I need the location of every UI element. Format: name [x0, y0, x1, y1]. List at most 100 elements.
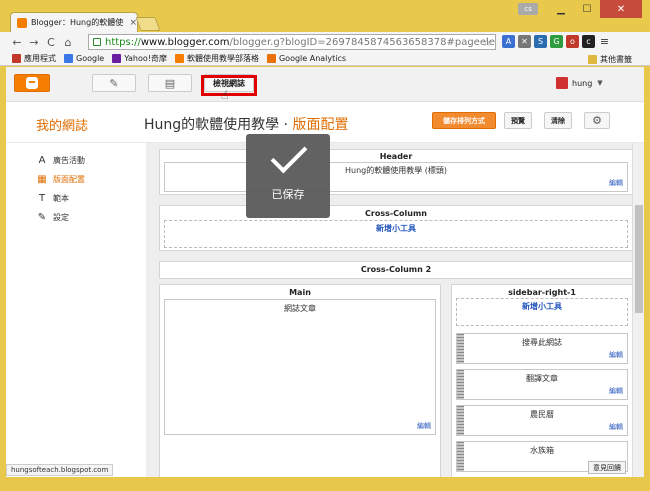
user-menu[interactable]: hung ▼ [556, 77, 603, 89]
add-gadget-link[interactable]: 新增小工具 [456, 298, 628, 326]
edit-link[interactable]: 編輯 [609, 422, 623, 432]
new-post-button[interactable]: ✎ [92, 74, 136, 92]
clear-button[interactable]: 清除 [544, 112, 572, 129]
avatar [556, 77, 568, 89]
posts-list-button[interactable]: ▤ [148, 74, 192, 92]
sidebar-item-campaigns[interactable]: A 廣告活動 [36, 151, 126, 170]
bookmark-item[interactable]: 應用程式 [12, 53, 56, 64]
bookmark-item[interactable]: 軟體使用教學部落格 [174, 53, 259, 64]
preview-button[interactable]: 預覽 [504, 112, 532, 129]
highlight-box [201, 75, 257, 96]
saved-toast: 已保存 [246, 134, 330, 218]
translate-extension-icon[interactable]: A [502, 35, 515, 48]
back-icon[interactable]: ← [10, 36, 24, 49]
page-title: Hung的軟體使用教學 · 版面配置 [144, 114, 349, 134]
browser-tab[interactable]: Blogger：Hung的軟體使 × [10, 12, 138, 32]
other-bookmarks[interactable]: 其他書籤 [588, 54, 632, 65]
header-gadget[interactable]: Hung的軟體使用教學 (標頭) 編輯 [164, 162, 628, 192]
username: hung [572, 78, 593, 88]
maximize-icon[interactable]: ☐ [574, 0, 600, 18]
drag-handle-icon[interactable] [457, 442, 464, 471]
save-arrangement-button[interactable]: 儲存排列方式 [432, 112, 496, 129]
main-section: Main 網誌文章 編輯 [159, 284, 441, 477]
template-icon: T [38, 193, 46, 204]
edit-link[interactable]: 編輯 [609, 386, 623, 396]
wrench-icon: ✎ [37, 212, 47, 223]
google-icon [64, 54, 73, 63]
reload-icon[interactable]: C [44, 36, 58, 49]
gadget-search[interactable]: 搜尋此網誌 編輯 [456, 333, 628, 364]
blogger-icon [174, 54, 184, 63]
section-label: Cross-Column 2 [360, 265, 432, 274]
browser-window: Blogger：Hung的軟體使 × cs ▁ ☐ ✕ ← → C ⌂ http… [0, 0, 650, 491]
drag-handle-icon[interactable] [457, 370, 464, 399]
bookmark-item[interactable]: Google Analytics [266, 54, 346, 63]
section-label: Header [379, 152, 413, 161]
edit-link[interactable]: 編輯 [609, 350, 623, 360]
checkmark-icon [270, 136, 308, 174]
bookmark-star-icon[interactable]: ☆ [482, 36, 492, 49]
extension-icons: A ✕ S G o c ≡ [502, 35, 614, 48]
blogger-logo-button[interactable] [14, 74, 50, 92]
bookmark-item[interactable]: Yahoo!奇摩 [112, 53, 167, 64]
section-label: sidebar-right-1 [508, 288, 576, 297]
sidebar-right-section: sidebar-right-1 新增小工具 搜尋此網誌 編輯 翻譯文章 編輯 農… [451, 284, 633, 477]
edit-link[interactable]: 編輯 [417, 421, 431, 431]
new-tab-button[interactable] [135, 17, 161, 31]
blog-posts-gadget[interactable]: 網誌文章 編輯 [164, 299, 436, 435]
browser-toolbar: ← → C ⌂ https://www.blogger.com/blogger.… [0, 32, 650, 52]
drag-handle-icon[interactable] [457, 334, 464, 363]
gadget-name: 農民曆 [530, 410, 554, 419]
gear-icon[interactable]: ⚙ [584, 112, 610, 129]
address-bar[interactable]: https://www.blogger.com/blogger.g?blogID… [88, 34, 496, 50]
bookmarks-bar: 應用程式 Google Yahoo!奇摩 軟體使用教學部落格 Google An… [0, 52, 650, 66]
posts-icon: ▤ [164, 76, 176, 90]
home-icon[interactable]: ⌂ [61, 36, 75, 49]
layout-icon: ▦ [37, 174, 47, 185]
gadget-name: 搜尋此網誌 [522, 338, 562, 347]
dark-extension-icon[interactable]: c [582, 35, 595, 48]
gadget-translate[interactable]: 翻譯文章 編輯 [456, 369, 628, 400]
add-gadget-link[interactable]: 新增小工具 [164, 220, 628, 248]
blog-title: Hung的軟體使用教學 [144, 117, 280, 133]
profile-badge[interactable]: cs [518, 3, 538, 15]
gadget-name: 水族箱 [530, 446, 554, 455]
cross-column-section: Cross-Column 新增小工具 [159, 205, 633, 251]
gadget-name: 網誌文章 [284, 304, 316, 313]
green-extension-icon[interactable]: G [550, 35, 563, 48]
gadget-name: Hung的軟體使用教學 (標頭) [344, 166, 448, 175]
title-bar: Blogger：Hung的軟體使 × cs ▁ ☐ ✕ [0, 0, 650, 32]
sidebar-item-layout[interactable]: ▦ 版面配置 [36, 170, 126, 189]
scrollbar-thumb[interactable] [635, 205, 643, 313]
section-label: Cross-Column [365, 209, 427, 218]
blogger-page: ✎ ▤ 檢視網誌 ☝ hung ▼ 我的網誌 Hung的軟體使用教學 · 版面配… [6, 67, 644, 477]
yahoo-icon [112, 54, 122, 63]
sidebar-item-label: 廣告活動 [53, 156, 85, 165]
section-label: Main [289, 288, 311, 297]
s-extension-icon[interactable]: S [534, 35, 547, 48]
pencil-icon: ✎ [109, 76, 119, 90]
bookmark-item[interactable]: Google [64, 54, 104, 63]
edit-link[interactable]: 編輯 [609, 178, 623, 188]
settings-extension-icon[interactable]: ✕ [518, 35, 531, 48]
page-scrollbar[interactable] [632, 143, 644, 477]
feedback-button[interactable]: 意見回饋 [588, 461, 626, 474]
hand-cursor-icon: ☝ [221, 88, 229, 102]
lock-icon [93, 38, 101, 46]
apps-icon [12, 54, 21, 63]
drag-handle-icon[interactable] [457, 406, 464, 435]
chrome-menu-icon[interactable]: ≡ [598, 35, 611, 48]
forward-icon[interactable]: → [27, 36, 41, 49]
sidebar-item-settings[interactable]: ✎ 設定 [36, 208, 126, 227]
toast-message: 已保存 [271, 188, 305, 201]
section-title: 版面配置 [292, 117, 349, 133]
my-blogs-link[interactable]: 我的網誌 [36, 115, 88, 134]
blogger-top-bar: ✎ ▤ 檢視網誌 ☝ hung ▼ [6, 67, 644, 102]
gadget-calendar[interactable]: 農民曆 編輯 [456, 405, 628, 436]
sidebar-item-template[interactable]: T 範本 [36, 189, 126, 208]
folder-icon [588, 55, 597, 64]
blogger-logo-icon [26, 77, 38, 89]
close-window-icon[interactable]: ✕ [600, 0, 642, 18]
minimize-icon[interactable]: ▁ [548, 0, 574, 18]
red-extension-icon[interactable]: o [566, 35, 579, 48]
